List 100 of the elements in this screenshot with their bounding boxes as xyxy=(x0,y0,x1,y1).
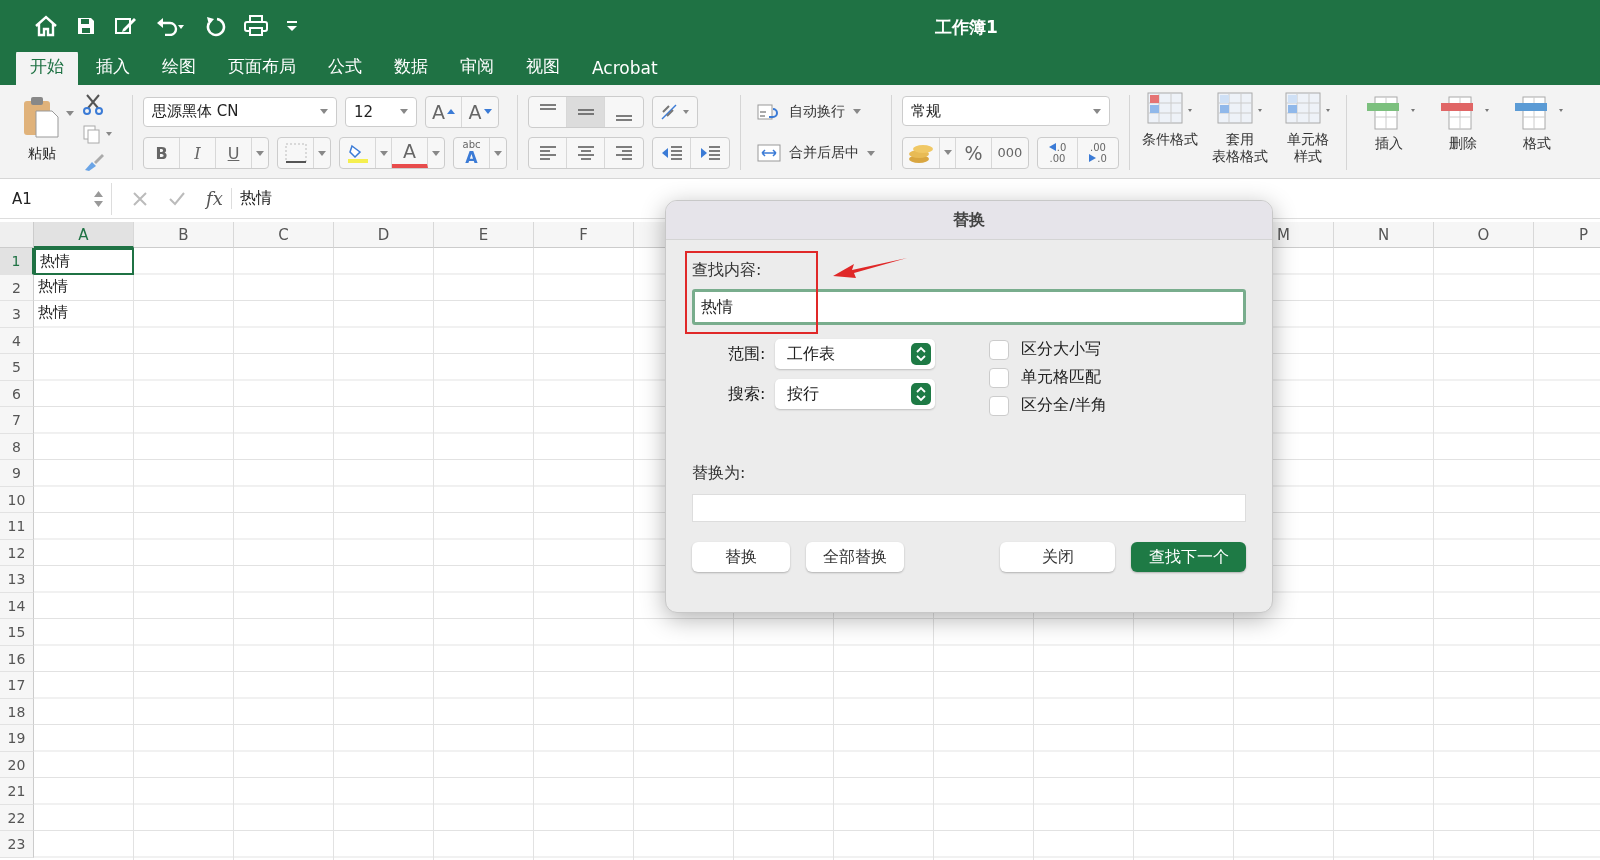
cancel-icon[interactable] xyxy=(132,190,148,207)
column-header[interactable]: D xyxy=(334,222,434,248)
row-header[interactable]: 2 xyxy=(0,274,34,301)
row-header[interactable]: 15 xyxy=(0,619,34,646)
font-size-dropdown[interactable]: 12 xyxy=(345,96,417,127)
row-header[interactable]: 17 xyxy=(0,672,34,699)
row-header[interactable]: 18 xyxy=(0,698,34,725)
increase-decimal-button[interactable]: .0 .00 xyxy=(1038,137,1078,168)
stepper-icon xyxy=(94,190,103,207)
cells-button[interactable]: 删除 xyxy=(1431,91,1495,152)
shrink-font-button[interactable]: A xyxy=(462,96,498,127)
row-header[interactable]: 12 xyxy=(0,539,34,566)
align-middle-button[interactable] xyxy=(567,96,605,127)
row-header[interactable]: 14 xyxy=(0,592,34,619)
customize-caret-icon[interactable] xyxy=(286,20,298,32)
underline-button[interactable]: U xyxy=(216,138,252,169)
row-header[interactable]: 5 xyxy=(0,354,34,381)
caret-icon xyxy=(1093,108,1101,114)
caret-icon[interactable] xyxy=(66,111,74,116)
row-header[interactable]: 19 xyxy=(0,725,34,752)
scope-dropdown[interactable]: 工作表 xyxy=(775,339,936,369)
dialog-title: 替换 xyxy=(666,201,1272,240)
undo-icon[interactable] xyxy=(156,16,186,36)
ribbon-tab[interactable]: 数据 xyxy=(380,49,442,85)
column-header[interactable]: F xyxy=(534,222,634,248)
row-header[interactable]: 10 xyxy=(0,486,34,513)
name-box[interactable]: A1 xyxy=(0,182,112,215)
column-header[interactable]: B xyxy=(134,222,234,248)
wrap-text-button[interactable]: 自动换行 xyxy=(751,101,881,122)
row-header[interactable]: 9 xyxy=(0,460,34,487)
ribbon-tab[interactable]: 公式 xyxy=(314,49,376,85)
row-header[interactable]: 3 xyxy=(0,301,34,328)
wrap-text-icon xyxy=(757,102,781,121)
column-header[interactable]: N xyxy=(1334,222,1434,248)
row-header[interactable]: 21 xyxy=(0,778,34,805)
column-header[interactable]: O xyxy=(1434,222,1534,248)
column-header[interactable]: E xyxy=(434,222,534,248)
column-header[interactable]: A xyxy=(34,222,134,248)
cells-button[interactable]: 插入 xyxy=(1357,91,1421,152)
ribbon-tab[interactable]: 审阅 xyxy=(446,49,508,85)
window-title: 工作簿1 xyxy=(935,16,998,39)
merge-center-button[interactable]: 合并后居中 xyxy=(751,143,881,164)
redo-icon[interactable] xyxy=(204,15,226,37)
scissors-icon[interactable] xyxy=(82,93,104,115)
italic-button[interactable]: I xyxy=(180,138,216,169)
home-icon[interactable] xyxy=(34,15,58,37)
checkbox[interactable] xyxy=(989,339,1010,360)
brush-icon[interactable] xyxy=(82,152,106,172)
copy-icon[interactable] xyxy=(82,123,114,144)
row-header[interactable]: 4 xyxy=(0,327,34,354)
row-header[interactable]: 1 xyxy=(0,248,34,275)
dialog-button[interactable]: 替换 xyxy=(692,542,790,572)
caret-icon xyxy=(853,109,861,115)
print-icon[interactable] xyxy=(244,15,268,37)
row-header[interactable]: 23 xyxy=(0,831,34,858)
save-icon[interactable] xyxy=(76,16,96,36)
ribbon-tab[interactable]: 绘图 xyxy=(148,49,210,85)
row-header[interactable]: 8 xyxy=(0,433,34,460)
column-header[interactable]: P xyxy=(1534,222,1600,248)
ribbon-tab[interactable]: 插入 xyxy=(82,49,144,85)
font-color-button[interactable]: A xyxy=(392,138,428,169)
ribbon-tab[interactable]: 页面布局 xyxy=(214,49,310,85)
style-gallery-button[interactable]: 单元格 样式 xyxy=(1280,91,1336,165)
phonetic-button[interactable]: abc A xyxy=(454,138,490,169)
search-order-dropdown[interactable]: 按行 xyxy=(775,379,936,409)
checkbox[interactable] xyxy=(989,395,1010,416)
ribbon-tab[interactable]: Acrobat xyxy=(578,52,672,85)
clipboard-icon[interactable] xyxy=(22,95,62,139)
row-header[interactable]: 20 xyxy=(0,751,34,778)
dialog-button[interactable]: 关闭 xyxy=(1000,542,1115,572)
grow-font-button[interactable]: A xyxy=(426,96,462,127)
edit-document-icon[interactable] xyxy=(114,16,138,36)
row-header[interactable]: 16 xyxy=(0,645,34,672)
row-header[interactable]: 6 xyxy=(0,380,34,407)
insert-function-button[interactable]: fx xyxy=(206,188,232,209)
merge-center-icon xyxy=(757,144,781,163)
thousands-button[interactable]: 000 xyxy=(992,137,1028,168)
dialog-button[interactable]: 查找下一个 xyxy=(1131,542,1246,572)
caret-icon xyxy=(494,150,502,156)
number-format-dropdown[interactable]: 常规 xyxy=(902,96,1110,127)
percent-button[interactable]: % xyxy=(956,137,992,168)
ribbon-tab[interactable]: 视图 xyxy=(512,49,574,85)
font-name-dropdown[interactable]: 思源黑体 CN xyxy=(143,96,337,127)
style-gallery-button[interactable]: 套用 表格格式 xyxy=(1210,91,1270,165)
style-gallery-button[interactable]: 条件格式 xyxy=(1140,91,1200,148)
bold-button[interactable]: B xyxy=(144,138,180,169)
decrease-decimal-button[interactable]: .00 .0 xyxy=(1078,137,1118,168)
cells-button[interactable]: 格式 xyxy=(1505,91,1569,152)
row-header[interactable]: 13 xyxy=(0,566,34,593)
replace-field[interactable] xyxy=(692,494,1246,522)
formula-input[interactable]: 热情 xyxy=(239,188,272,209)
checkmark-icon[interactable] xyxy=(168,190,186,207)
column-header[interactable]: C xyxy=(234,222,334,248)
dialog-button[interactable]: 全部替换 xyxy=(806,542,904,572)
caret-icon xyxy=(943,150,952,156)
checkbox[interactable] xyxy=(989,367,1010,388)
row-header[interactable]: 22 xyxy=(0,804,34,831)
find-field[interactable]: 热情 xyxy=(692,289,1246,325)
row-header[interactable]: 7 xyxy=(0,407,34,434)
row-header[interactable]: 11 xyxy=(0,513,34,540)
